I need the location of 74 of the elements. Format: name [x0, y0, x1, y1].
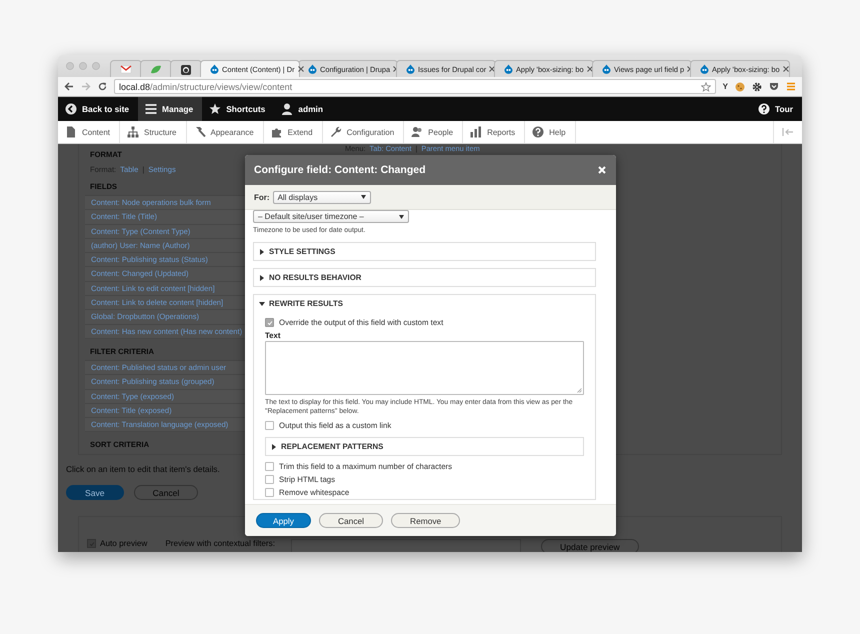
timezone-select[interactable]: – Default site/user timezone – [253, 210, 409, 223]
hammer-icon [194, 126, 206, 138]
toolbar-item[interactable]: Manage [138, 97, 202, 121]
checkbox-label: Auto preview [100, 539, 148, 548]
field-label: Preview with contextual filters: [165, 539, 276, 548]
drupal-icon [602, 64, 611, 74]
drupal-icon [308, 64, 317, 74]
close-icon[interactable] [782, 66, 789, 72]
tray-item[interactable]: Help [525, 121, 576, 143]
pocket-icon[interactable] [769, 82, 779, 91]
back-icon [65, 103, 77, 115]
star-icon[interactable] [700, 82, 711, 92]
menu-icon[interactable] [786, 82, 796, 91]
help-icon [532, 126, 544, 138]
tray-item[interactable]: Configuration [322, 121, 404, 143]
address-field[interactable]: local.d8/admin/structure/views/view/content [114, 79, 716, 94]
tray-item[interactable]: Structure [120, 121, 186, 143]
checkbox[interactable] [265, 421, 274, 430]
remove-button[interactable]: Remove [391, 513, 460, 528]
puzzle-icon [270, 126, 283, 138]
dropdown-arrow-icon [399, 214, 404, 218]
checkbox[interactable] [265, 475, 274, 484]
tray-item[interactable]: Extend [264, 121, 323, 143]
close-icon[interactable] [586, 66, 593, 72]
hierarchy-icon [127, 126, 140, 138]
mail-icon [120, 64, 132, 74]
drupal-icon [406, 64, 415, 74]
person-icon [281, 103, 294, 115]
tray-item[interactable]: Reports [463, 121, 526, 143]
tray-item[interactable]: Content [58, 121, 120, 143]
checkbox[interactable] [265, 462, 274, 471]
extension-button[interactable]: Y [722, 82, 728, 91]
menu-icon [145, 103, 158, 115]
pinned-tab[interactable] [170, 60, 202, 77]
bar-chart-icon [470, 126, 482, 138]
tray-item[interactable]: Appearance [186, 121, 264, 143]
cookie-icon[interactable] [735, 82, 745, 92]
text-area[interactable] [265, 341, 584, 395]
wrench-icon [330, 126, 342, 138]
reload-icon[interactable] [98, 82, 107, 91]
toolbar-item[interactable]: admin [274, 97, 332, 121]
tray-item[interactable]: People [404, 121, 464, 143]
collapse-icon[interactable] [782, 127, 794, 137]
people-icon [411, 126, 424, 138]
star-icon [209, 103, 222, 115]
save-button[interactable]: Save [66, 485, 124, 500]
for-label: For: [254, 192, 270, 202]
help-icon [758, 103, 770, 115]
dropdown-arrow-icon [360, 195, 366, 199]
checkbox[interactable] [87, 539, 96, 548]
checkbox[interactable] [265, 318, 274, 327]
back-arrow-icon[interactable] [64, 82, 74, 91]
gear-icon[interactable] [752, 82, 762, 92]
check-icon [88, 540, 94, 546]
tour-button[interactable]: Tour [751, 97, 802, 121]
resize-handle-icon [577, 388, 582, 393]
display-select[interactable]: All displays [272, 190, 371, 204]
cancel-button[interactable]: Cancel [318, 513, 384, 528]
check-icon [266, 320, 272, 326]
url-text: local.d8/admin/structure/views/view/content [119, 82, 294, 92]
hint-text: Click on an item to edit that item's details. [66, 464, 220, 475]
drupal-icon [700, 64, 709, 74]
checkbox[interactable] [265, 488, 274, 497]
apply-button[interactable]: Apply [256, 513, 311, 528]
close-icon[interactable] [298, 66, 304, 72]
drupal-icon [504, 64, 513, 74]
input-field[interactable] [291, 539, 522, 552]
toolbar-item[interactable]: Shortcuts [202, 97, 274, 121]
document-icon [65, 126, 77, 138]
drupal-icon [210, 64, 219, 74]
leaf-icon [150, 64, 162, 74]
close-icon[interactable] [489, 66, 496, 72]
dialog-title: Configure field: Content: Changed [254, 164, 426, 176]
toolbar-item[interactable]: Back to site [58, 97, 138, 121]
